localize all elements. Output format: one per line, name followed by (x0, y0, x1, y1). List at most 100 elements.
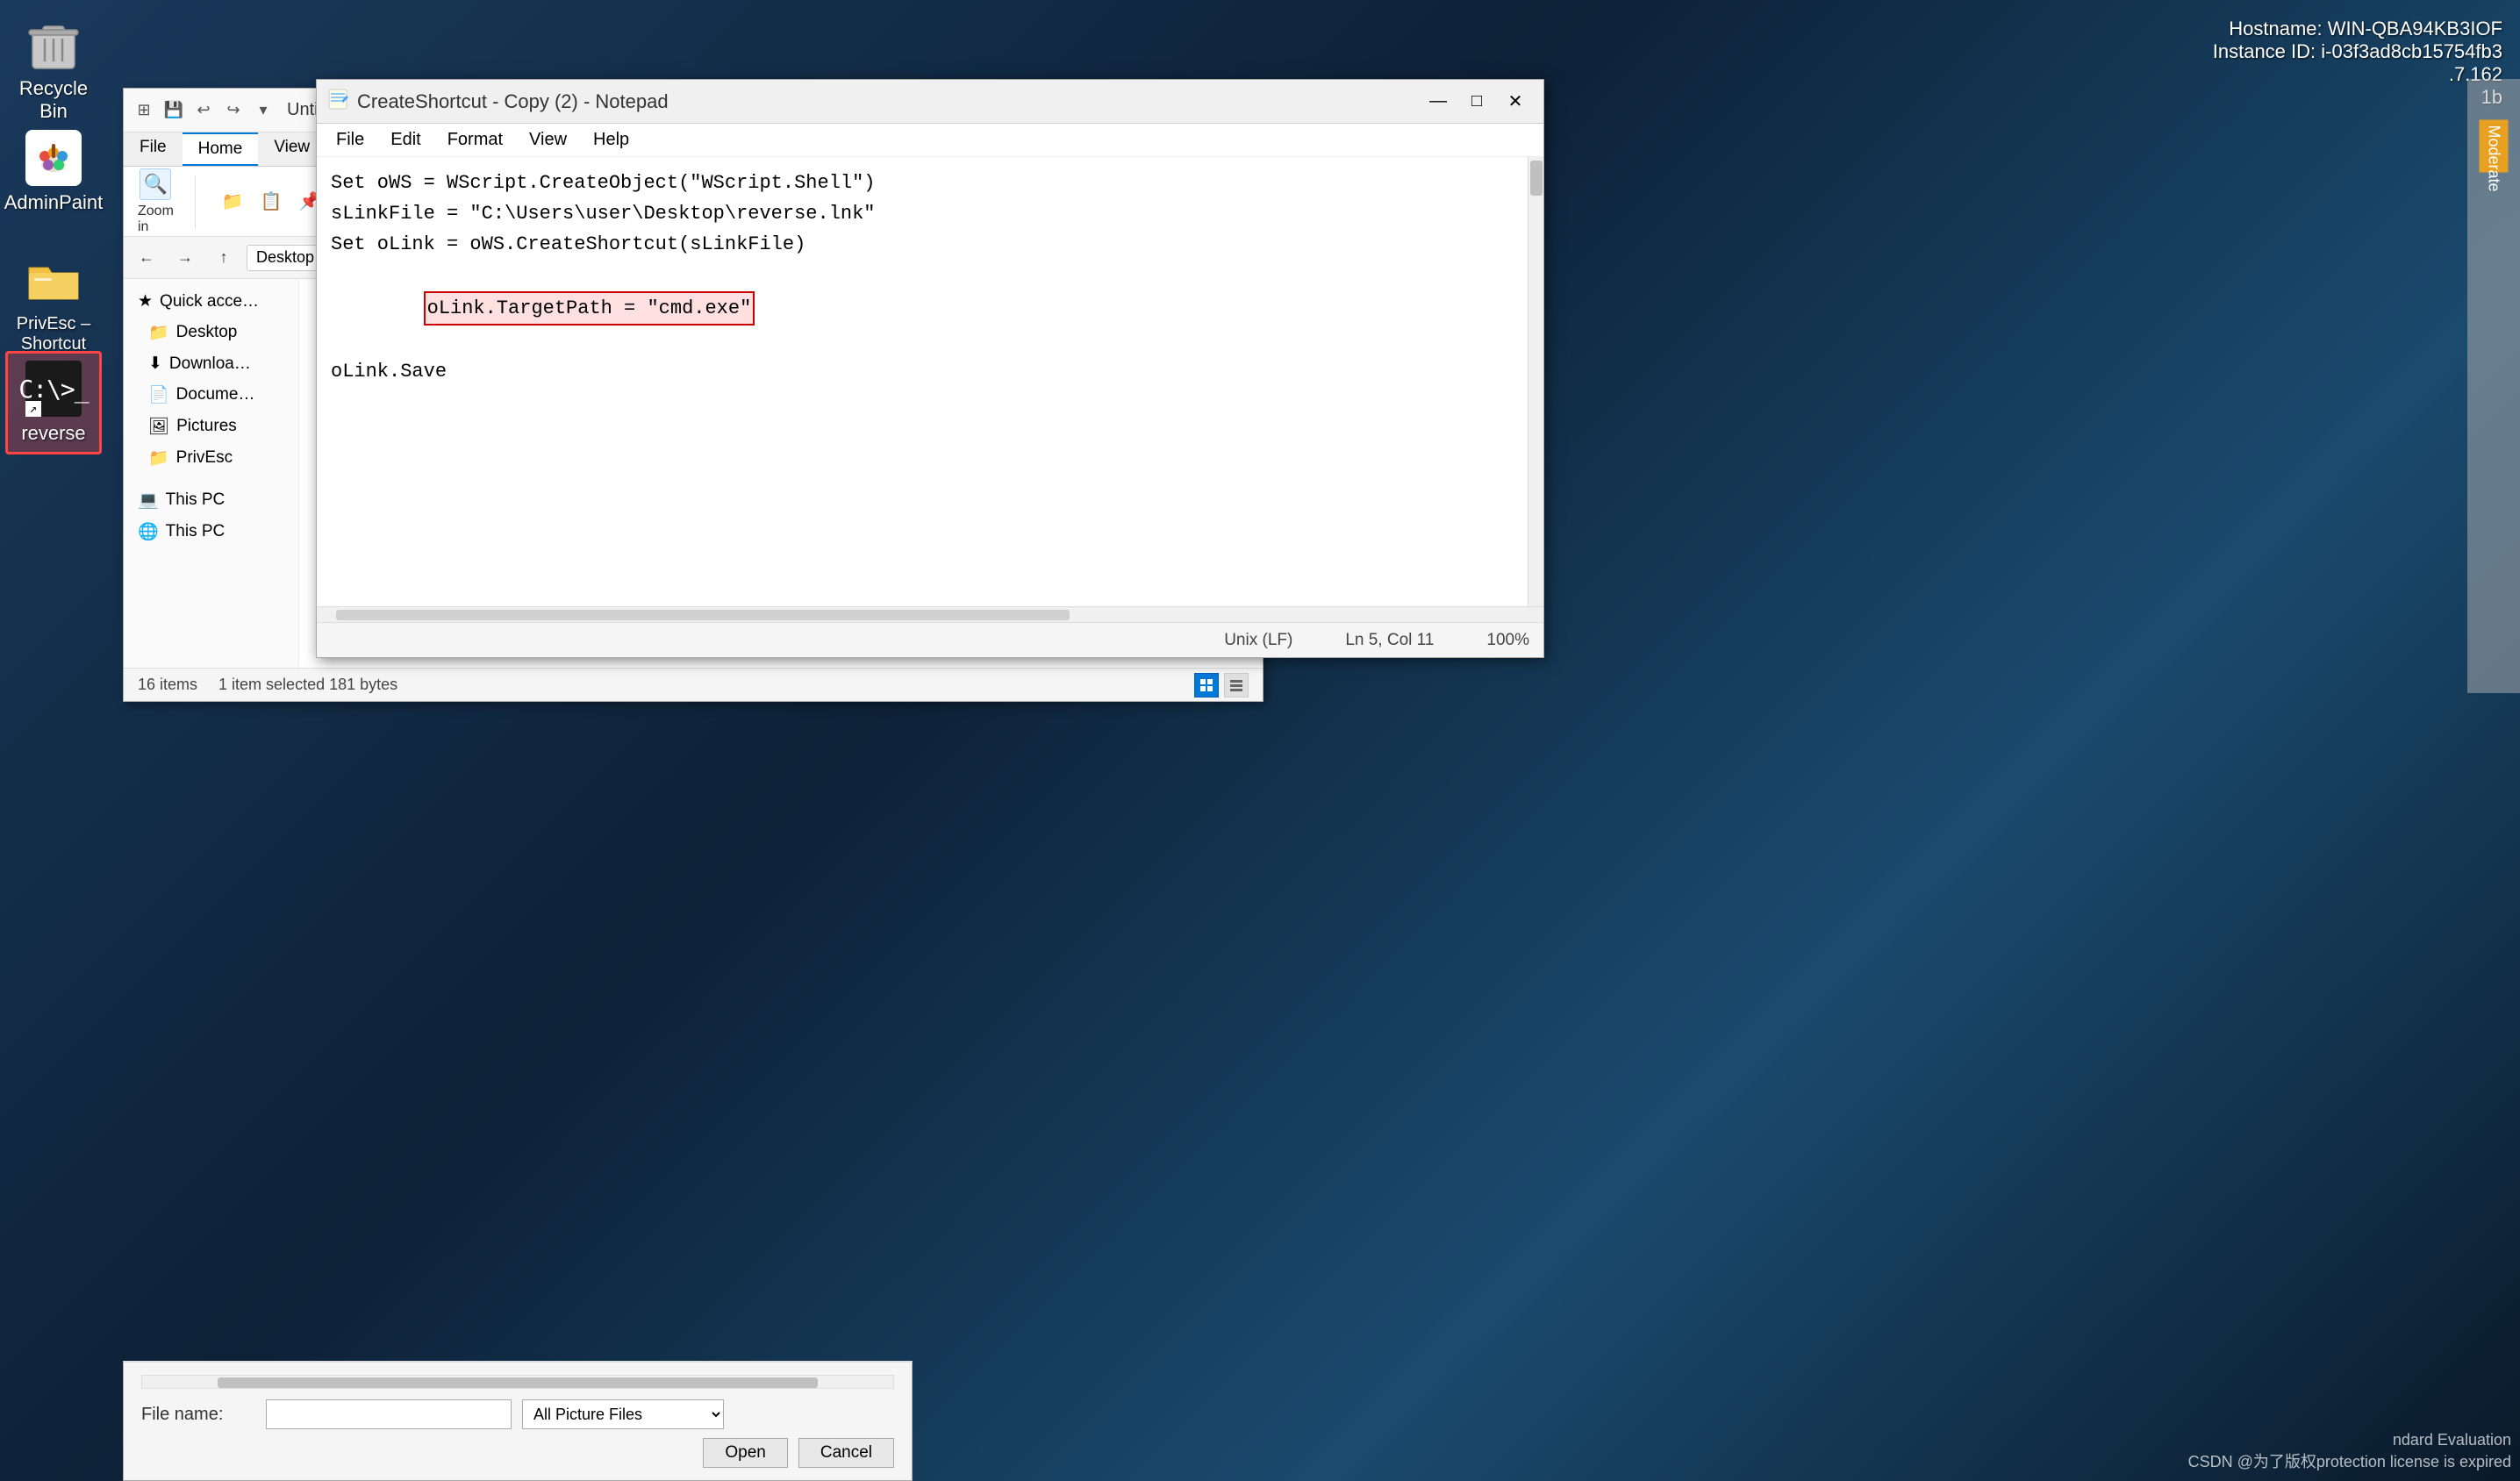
admin-paint-icon (25, 130, 82, 186)
desktop: Recycle Bin AdminPaint (0, 0, 2520, 1481)
recycle-bin-icon (25, 16, 82, 72)
fe-back-btn[interactable]: ← (131, 244, 162, 272)
zoom-label: Zoomin (138, 204, 174, 235)
downloads-icon: ⬇ (148, 354, 162, 374)
fe-status-info: 16 items 1 item selected 181 bytes (138, 676, 397, 694)
instance-text: Instance ID: i-03f3ad8cb15754fb3 (2213, 40, 2502, 63)
fe-sidebar-network[interactable]: 🌐 This PC (124, 516, 298, 547)
fe-sidebar-privesc[interactable]: 📁 PrivEsc (124, 442, 298, 474)
file-type-select[interactable]: All Picture Files (522, 1399, 724, 1429)
notepad-menu-edit[interactable]: Edit (378, 126, 433, 154)
fe-view-toggle (1194, 673, 1249, 698)
quick-access-label: Quick acce… (160, 292, 259, 311)
notepad-vscrollbar[interactable] (1528, 157, 1543, 606)
fe-sidebar-this-pc[interactable]: 💻 This PC (124, 484, 298, 516)
dialog-hscrollbar-thumb[interactable] (218, 1377, 819, 1388)
fe-tab-file[interactable]: File (124, 132, 183, 166)
ribbon-divider1 (195, 175, 196, 228)
file-name-label: File name: (141, 1405, 255, 1425)
notepad-line-4-highlighted: oLink.TargetPath = "cmd.exe" (424, 291, 755, 326)
notepad-line-5: oLink.Save (331, 356, 1529, 387)
privesc-folder-icon: 📁 (148, 447, 169, 469)
notepad-close-btn[interactable]: ✕ (1498, 87, 1533, 117)
notepad-statusbar: Unix (LF) Ln 5, Col 11 100% (317, 622, 1543, 657)
notepad-line-3: Set oLink = oWS.CreateShortcut(sLinkFile… (331, 229, 1529, 260)
fe-sidebar-documents[interactable]: 📄 Docume… (124, 379, 298, 411)
fe-sidebar-desktop[interactable]: 📁 Desktop (124, 317, 298, 348)
fe-copy-btn[interactable]: 📋 (255, 186, 287, 218)
notepad-title-text: CreateShortcut - Copy (2) - Notepad (357, 90, 669, 113)
fe-sidebar-quick-access[interactable]: ★ Quick acce… (124, 286, 298, 317)
evaluation-text: ndard Evaluation (2188, 1431, 2511, 1449)
fe-sidebar: ★ Quick acce… 📁 Desktop ⬇ Downloa… 📄 Doc… (124, 279, 299, 668)
notepad-menubar: File Edit Format View Help (317, 124, 1543, 157)
dialog-hscrollbar[interactable] (141, 1375, 894, 1389)
fe-sidebar-downloads[interactable]: ⬇ Downloa… (124, 348, 298, 379)
notepad-hscrollbar-thumb[interactable] (336, 610, 1070, 620)
fe-statusbar: 16 items 1 item selected 181 bytes (124, 668, 1263, 701)
fe-view-btns: 📁 📋 📌 (217, 186, 326, 218)
notepad-position: Ln 5, Col 11 (1345, 631, 1434, 650)
fe-toolbar-icon2[interactable]: 💾 (161, 97, 187, 124)
fe-list-view-btn[interactable] (1224, 673, 1249, 698)
open-dialog-row: File name: All Picture Files (141, 1399, 894, 1429)
downloads-label: Downloa… (169, 354, 251, 374)
fe-toolbar-icon1[interactable]: ⊞ (131, 97, 157, 124)
fe-toolbar-menu[interactable]: ▾ (250, 97, 276, 124)
desktop-icon-privesc[interactable]: PrivEsc –Shortcut (5, 246, 102, 361)
fe-tab-home[interactable]: Home (183, 132, 259, 166)
desktop-folder-label: Desktop (176, 323, 238, 342)
severity-badge: Moderate (2480, 120, 2509, 173)
documents-icon: 📄 (148, 384, 169, 405)
privesc-label: PrivEsc –Shortcut (17, 314, 90, 354)
ip-text: .7.162 (2213, 63, 2502, 86)
notepad-encoding: Unix (LF) (1224, 631, 1292, 650)
fe-forward-btn[interactable]: → (169, 244, 201, 272)
notepad-app-icon (327, 89, 348, 114)
reverse-label: reverse (21, 422, 85, 445)
fe-new-folder-btn[interactable]: 📁 (217, 186, 248, 218)
notepad-window-controls: — □ ✕ (1421, 87, 1533, 117)
privesc-folder-label: PrivEsc (176, 448, 233, 468)
notepad-minimize-btn[interactable]: — (1421, 87, 1456, 117)
fe-sidebar-pictures[interactable]: 🖼 Pictures (124, 411, 298, 442)
bottom-right-watermark: ndard Evaluation CSDN @为了版权protection li… (2188, 1431, 2511, 1472)
file-name-input[interactable] (266, 1399, 512, 1429)
hostname-text: Hostname: WIN-QBA94KB3IOF (2213, 18, 2502, 40)
pictures-icon: 🖼 (148, 416, 169, 437)
notepad-menu-view[interactable]: View (517, 126, 579, 154)
desktop-icon-recycle-bin[interactable]: Recycle Bin (5, 9, 102, 130)
notepad-titlebar: CreateShortcut - Copy (2) - Notepad — □ … (317, 80, 1543, 124)
fe-grid-view-btn[interactable] (1194, 673, 1219, 698)
notepad-menu-format[interactable]: Format (435, 126, 515, 154)
this-pc-icon: 💻 (138, 490, 159, 511)
fe-zoom-group: 🔍 Zoomin (138, 168, 174, 235)
fe-address-text: Desktop (256, 248, 314, 267)
quick-access-icon: ★ (138, 291, 153, 311)
fe-toolbar-redo[interactable]: ↪ (220, 97, 247, 124)
network-label: This PC (166, 522, 226, 541)
fe-up-btn[interactable]: ↑ (208, 244, 240, 272)
system-info: Hostname: WIN-QBA94KB3IOF Instance ID: i… (2213, 18, 2502, 109)
notepad-menu-help[interactable]: Help (581, 126, 641, 154)
watermark-text: CSDN @为了版权protection license is expired (2188, 1449, 2511, 1472)
dialog-btn-row: Open Cancel (141, 1438, 894, 1468)
notepad-content[interactable]: Set oWS = WScript.CreateObject("WScript.… (317, 157, 1543, 606)
zoom-btn[interactable]: 🔍 (140, 168, 171, 200)
severity-panel: Moderate (2467, 79, 2520, 693)
dialog-open-btn[interactable]: Open (703, 1438, 787, 1468)
network-icon: 🌐 (138, 521, 159, 542)
notepad-menu-file[interactable]: File (324, 126, 376, 154)
notepad-hscrollbar[interactable] (317, 606, 1543, 622)
notepad-line-4: oLink.TargetPath = "cmd.exe" (331, 261, 1529, 357)
reverse-terminal-icon: C:\>_ ↗ (25, 361, 82, 417)
fe-toolbar-undo[interactable]: ↩ (190, 97, 217, 124)
open-dialog: File name: All Picture Files Open Cancel (123, 1361, 913, 1481)
desktop-icon-admin-paint[interactable]: AdminPaint (5, 123, 102, 221)
notepad-scrollbar-thumb[interactable] (1530, 161, 1543, 196)
desktop-folder-icon: 📁 (148, 322, 169, 343)
notepad-maximize-btn[interactable]: □ (1459, 87, 1494, 117)
documents-label: Docume… (176, 385, 255, 404)
desktop-icon-reverse[interactable]: C:\>_ ↗ reverse (5, 351, 102, 454)
dialog-cancel-btn[interactable]: Cancel (798, 1438, 894, 1468)
